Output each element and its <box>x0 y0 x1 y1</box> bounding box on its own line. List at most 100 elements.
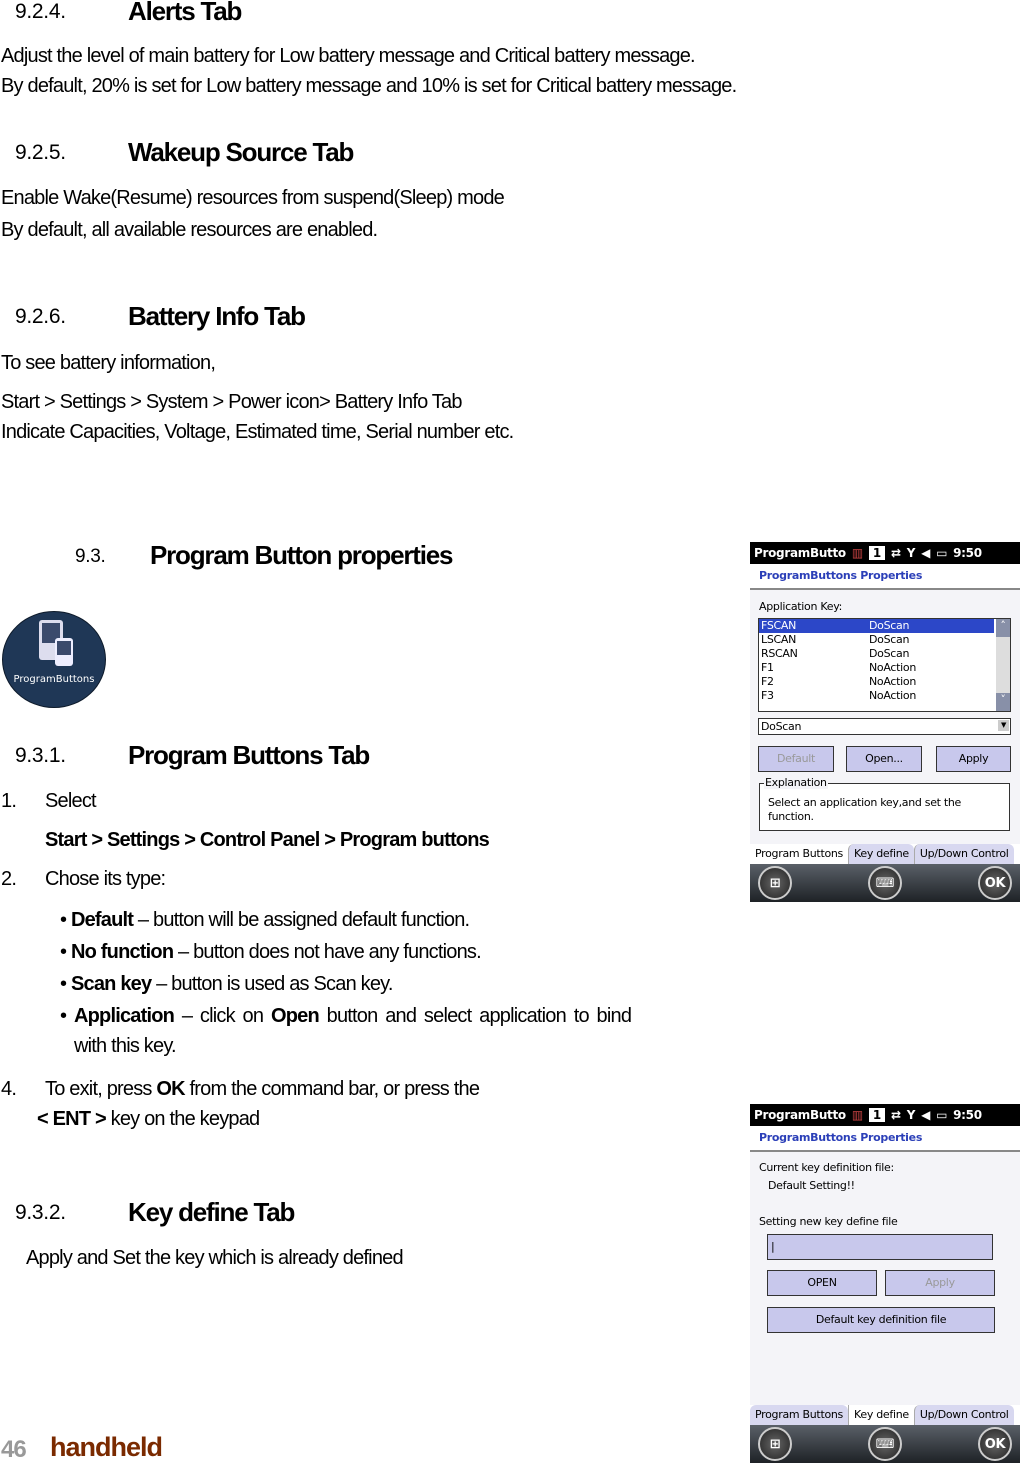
default-button[interactable]: Default <box>758 746 834 772</box>
key-action: DoScan <box>869 619 910 632</box>
section-title: Wakeup Source Tab <box>128 137 354 167</box>
volume-icon: ◀ <box>921 546 931 560</box>
function-dropdown[interactable]: DoScan ▼ <box>758 718 1011 735</box>
screen-title: ProgramButtons Properties <box>750 1126 1020 1152</box>
key-name: FSCAN <box>761 619 797 632</box>
paragraph: Apply and Set the key which is already d… <box>26 1247 404 1269</box>
list-row[interactable]: F2 NoAction <box>759 675 994 689</box>
section-number: 9.2.4. <box>15 0 66 23</box>
signal-off-icon: Y <box>906 546 916 560</box>
scroll-down-icon[interactable]: ˅ <box>996 693 1010 711</box>
scroll-up-icon[interactable]: ˄ <box>996 619 1010 637</box>
list-text: To exit, press OK from the command bar, … <box>45 1078 480 1100</box>
connectivity-icon: ⇄ <box>890 546 901 560</box>
section-number: 9.3.1. <box>15 744 66 767</box>
input-mode: 1 <box>868 546 885 560</box>
key-name: F1 <box>761 661 774 674</box>
tab-bar: Program Buttons Key define Up/Down Control <box>750 844 1020 864</box>
bullet-item: • Default – button will be assigned defa… <box>60 909 470 931</box>
list-row[interactable]: F3 NoAction <box>759 689 994 703</box>
field-label: Application Key: <box>759 600 843 613</box>
input-mode: 1 <box>868 1108 885 1122</box>
tab-program-buttons[interactable]: Program Buttons <box>750 844 848 864</box>
section-title: Program Button properties <box>150 540 453 570</box>
list-row[interactable]: F1 NoAction <box>759 661 994 675</box>
keyboard-icon[interactable]: ⌨ <box>868 1427 902 1461</box>
tab-key-define[interactable]: Key define <box>848 1405 914 1425</box>
menu-path: Start > Settings > Control Panel > Progr… <box>45 829 490 851</box>
windows-start-icon[interactable]: ⊞ <box>758 1427 792 1461</box>
barcode-icon: ▥ <box>851 1108 863 1122</box>
tab-key-define[interactable]: Key define <box>848 844 914 864</box>
explanation-label: Explanation <box>764 776 828 789</box>
key-name: F2 <box>761 675 774 688</box>
key-name: LSCAN <box>761 633 797 646</box>
device-screenshot-program-buttons: ProgramButto ▥ 1 ⇄ Y ◀ ▭ 9:50 ProgramButtons Pr… <box>750 542 1020 902</box>
tab-up-down-control[interactable]: Up/Down Control <box>913 844 1014 864</box>
key-name: RSCAN <box>761 647 798 660</box>
paragraph: Start > Settings > System > Power icon> … <box>1 391 462 413</box>
battery-icon: ▭ <box>936 1108 948 1122</box>
key-action: NoAction <box>869 689 917 702</box>
key-action: DoScan <box>869 633 910 646</box>
tab-program-buttons[interactable]: Program Buttons <box>750 1405 848 1425</box>
connectivity-icon: ⇄ <box>890 1108 901 1122</box>
ok-button[interactable]: OK <box>978 1427 1012 1461</box>
paragraph: Adjust the level of main battery for Low… <box>1 45 696 67</box>
list-row[interactable]: LSCAN DoScan <box>759 633 994 647</box>
field-label: Current key definition file: <box>759 1161 894 1174</box>
barcode-icon: ▥ <box>851 546 863 560</box>
key-action: NoAction <box>869 661 917 674</box>
screen-title: ProgramButtons Properties <box>750 564 1020 590</box>
list-row[interactable]: RSCAN DoScan <box>759 647 994 661</box>
icon-label: ProgramButtons <box>13 674 95 685</box>
list-row[interactable]: FSCAN DoScan <box>759 619 994 633</box>
brand-logo: handheld <box>50 1432 163 1462</box>
paragraph: Enable Wake(Resume) resources from suspe… <box>1 187 505 209</box>
paragraph: Indicate Capacities, Voltage, Estimated … <box>1 421 514 443</box>
clock: 9:50 <box>953 1108 982 1122</box>
dropdown-value: DoScan <box>761 720 802 733</box>
default-key-definition-button[interactable]: Default key definition file <box>767 1307 995 1333</box>
tab-up-down-control[interactable]: Up/Down Control <box>913 1405 1014 1425</box>
explanation-text: Select an application key,and set the fu… <box>768 796 962 823</box>
windows-start-icon[interactable]: ⊞ <box>758 866 792 900</box>
apply-button[interactable]: Apply <box>936 746 1011 772</box>
keyboard-icon[interactable]: ⌨ <box>868 866 902 900</box>
list-text: Chose its type: <box>45 868 166 890</box>
apply-button[interactable]: Apply <box>885 1270 995 1296</box>
list-text: Select <box>45 790 97 812</box>
key-name: F3 <box>761 689 774 702</box>
status-bar: ProgramButto ▥ 1 ⇄ Y ◀ ▭ 9:50 <box>750 1104 1020 1126</box>
device-screenshot-key-define: ProgramButto ▥ 1 ⇄ Y ◀ ▭ 9:50 ProgramButtons Pr… <box>750 1104 1020 1463</box>
field-label: Setting new key define file <box>759 1215 898 1228</box>
open-button[interactable]: Open... <box>846 746 922 772</box>
section-number: 9.3. <box>75 546 106 567</box>
program-buttons-icon: ProgramButtons <box>2 611 106 708</box>
section-title: Key define Tab <box>128 1197 295 1227</box>
bullet-item: • Application – click on Open button and… <box>60 1005 632 1027</box>
section-title: Program Buttons Tab <box>128 740 370 770</box>
signal-off-icon: Y <box>906 1108 916 1122</box>
page-number: 46 <box>1 1436 27 1463</box>
paragraph: By default, 20% is set for Low battery m… <box>1 75 737 97</box>
open-button[interactable]: OPEN <box>767 1270 877 1296</box>
section-number: 9.2.6. <box>15 305 66 328</box>
list-number: 2. <box>1 868 17 890</box>
scrollbar[interactable]: ˄ ˅ <box>996 619 1010 711</box>
command-bar: ⊞ ⌨ OK <box>750 1425 1020 1463</box>
chevron-down-icon[interactable]: ▼ <box>998 720 1009 731</box>
app-title: ProgramButto <box>754 546 846 560</box>
current-file-value: Default Setting!! <box>768 1179 855 1192</box>
key-file-input[interactable]: | <box>767 1234 993 1260</box>
tab-bar: Program Buttons Key define Up/Down Control <box>750 1405 1020 1425</box>
section-title: Alerts Tab <box>128 0 242 26</box>
application-key-list[interactable]: FSCAN DoScan LSCAN DoScan RSCAN DoScan F1 NoAct… <box>758 618 1011 712</box>
bullet-item: • No function – button does not have any… <box>60 941 482 963</box>
key-action: DoScan <box>869 647 910 660</box>
volume-icon: ◀ <box>921 1108 931 1122</box>
status-bar: ProgramButto ▥ 1 ⇄ Y ◀ ▭ 9:50 <box>750 542 1020 564</box>
explanation-box: Explanation Select an application key,an… <box>759 776 1010 831</box>
ok-button[interactable]: OK <box>978 866 1012 900</box>
bullet-continuation: with this key. <box>74 1035 177 1057</box>
